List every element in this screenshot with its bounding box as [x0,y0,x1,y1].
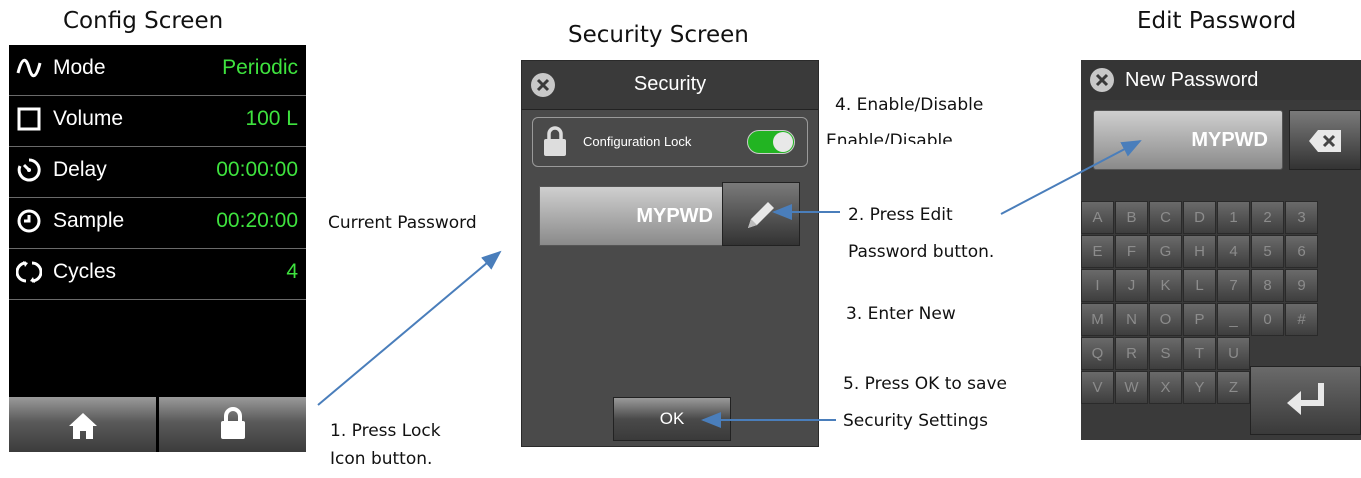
annotation-arrows [317,140,1142,428]
arrow-step1 [317,250,502,406]
arrow-step3 [1000,140,1142,215]
